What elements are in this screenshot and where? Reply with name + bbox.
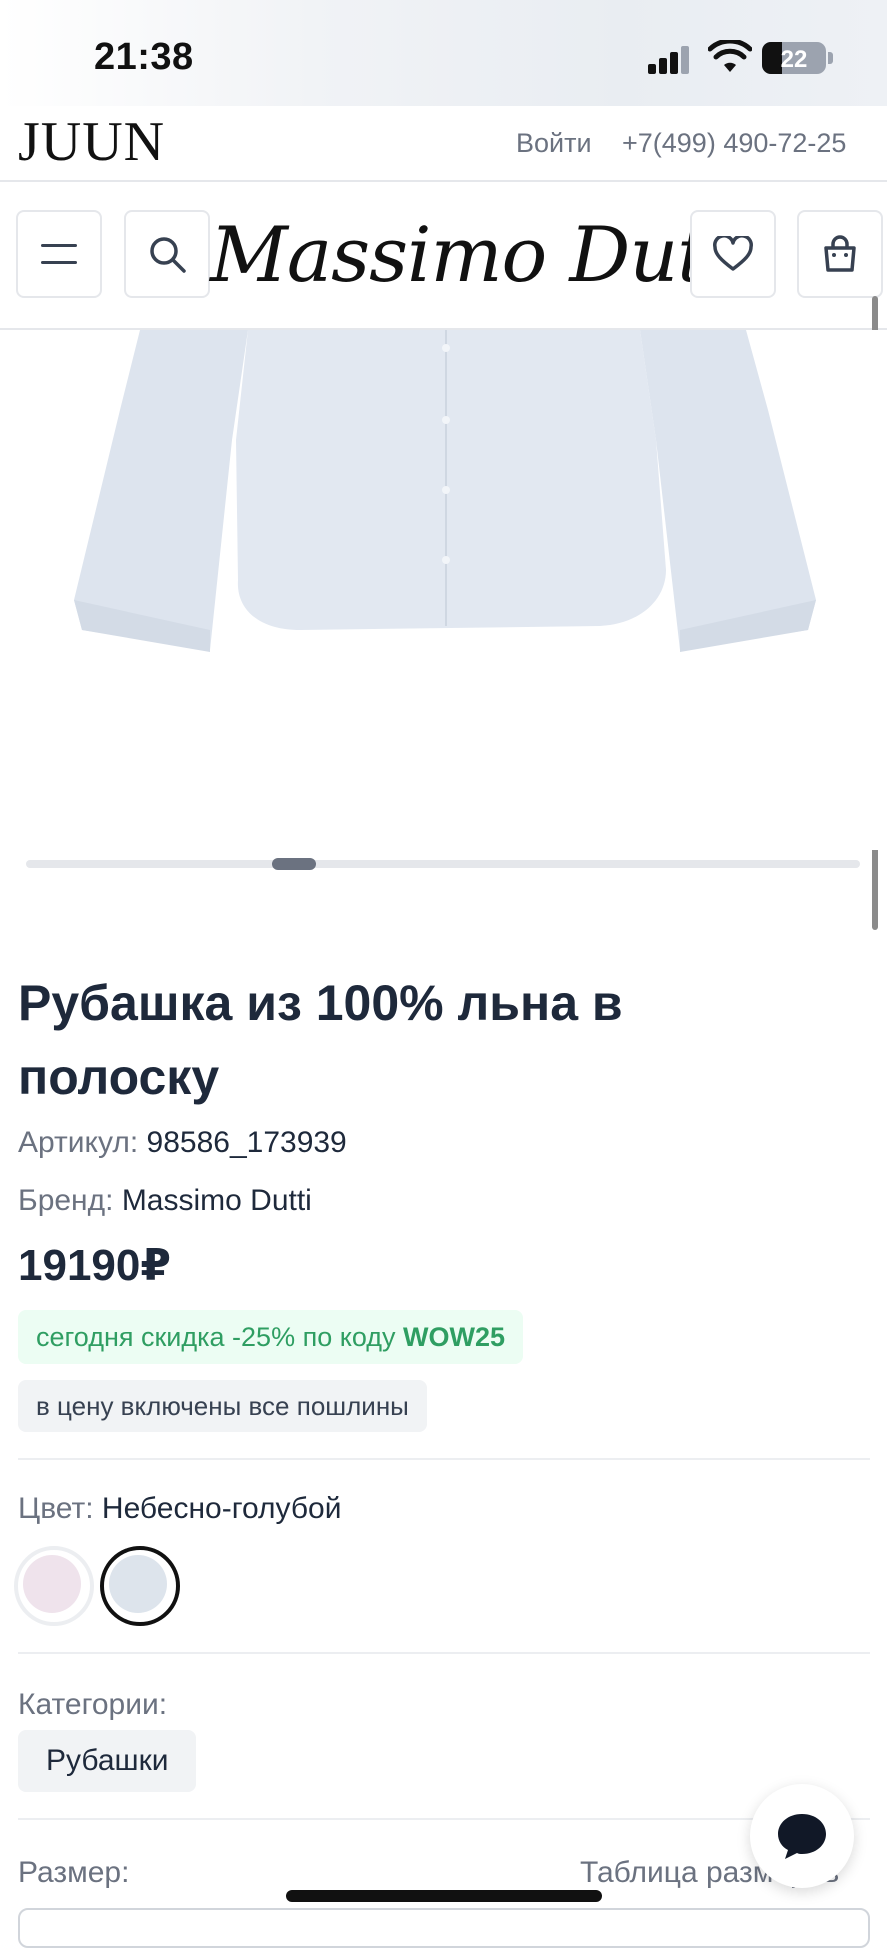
wishlist-button[interactable] — [690, 210, 776, 298]
swatch-fill — [23, 1555, 81, 1613]
brand-label: Бренд: — [18, 1184, 114, 1217]
brand-header: Massimo Dutti — [0, 182, 887, 330]
battery-level: 22 — [780, 46, 808, 73]
sku-row: Артикул: 98586_173939 — [18, 1126, 347, 1160]
chat-button[interactable] — [750, 1784, 854, 1888]
menu-button[interactable] — [16, 210, 102, 298]
phone-link[interactable]: +7(499) 490-72-25 — [622, 128, 846, 159]
product-price: 19190₽ — [18, 1241, 171, 1290]
heart-icon — [713, 236, 753, 271]
search-icon — [150, 237, 186, 273]
shop-header: JUUN Войти +7(499) 490-72-25 — [0, 106, 887, 182]
cart-button[interactable] — [797, 210, 883, 298]
size-select[interactable] — [18, 1908, 870, 1948]
search-button[interactable] — [124, 210, 210, 298]
login-link[interactable]: Войти — [516, 128, 592, 159]
color-row: Цвет: Небесно-голубой — [18, 1492, 341, 1526]
product-gallery[interactable] — [0, 330, 887, 850]
shop-logo[interactable]: JUUN — [18, 110, 165, 174]
home-indicator[interactable] — [286, 1890, 602, 1902]
color-swatch-pink[interactable] — [14, 1546, 94, 1626]
gallery-scroll-thumb[interactable] — [272, 858, 316, 870]
swatch-fill — [109, 1555, 167, 1613]
color-label: Цвет: — [18, 1492, 94, 1525]
brand-value[interactable]: Massimo Dutti — [122, 1184, 312, 1217]
gallery-scroll-track[interactable] — [26, 860, 860, 868]
duty-note-badge: в цену включены все пошлины — [18, 1380, 427, 1432]
product-image — [74, 330, 816, 652]
divider — [18, 1652, 870, 1654]
color-swatch-sky-blue[interactable] — [100, 1546, 180, 1626]
status-time: 21:38 — [94, 36, 194, 78]
sku-label: Артикул: — [18, 1126, 139, 1159]
category-chip[interactable]: Рубашки — [18, 1730, 197, 1792]
brand-row: Бренд: Massimo Dutti — [18, 1184, 312, 1218]
cellular-signal-icon — [648, 44, 692, 74]
chat-bubble-icon — [778, 1814, 826, 1859]
wifi-icon — [708, 40, 752, 72]
product-title: Рубашка из 100% льна в полоску — [18, 975, 623, 1105]
promo-code: WOW25 — [403, 1322, 506, 1352]
menu-icon — [41, 244, 77, 264]
sku-value: 98586_173939 — [146, 1126, 347, 1159]
divider — [18, 1818, 870, 1820]
color-value: Небесно-голубой — [101, 1492, 342, 1525]
bag-icon — [824, 235, 856, 272]
promo-badge: сегодня скидка -25% по коду WOW25 — [18, 1310, 524, 1364]
divider — [18, 1458, 870, 1460]
battery-icon: 22 — [762, 42, 826, 74]
promo-text: сегодня скидка -25% по коду — [36, 1322, 396, 1352]
status-bar: 21:38 22 — [0, 0, 887, 106]
size-label: Размер: — [18, 1856, 130, 1889]
brand-logo[interactable]: Massimo Dutti — [210, 210, 761, 299]
battery-cap — [828, 52, 833, 64]
categories-label: Категории: — [18, 1688, 168, 1721]
